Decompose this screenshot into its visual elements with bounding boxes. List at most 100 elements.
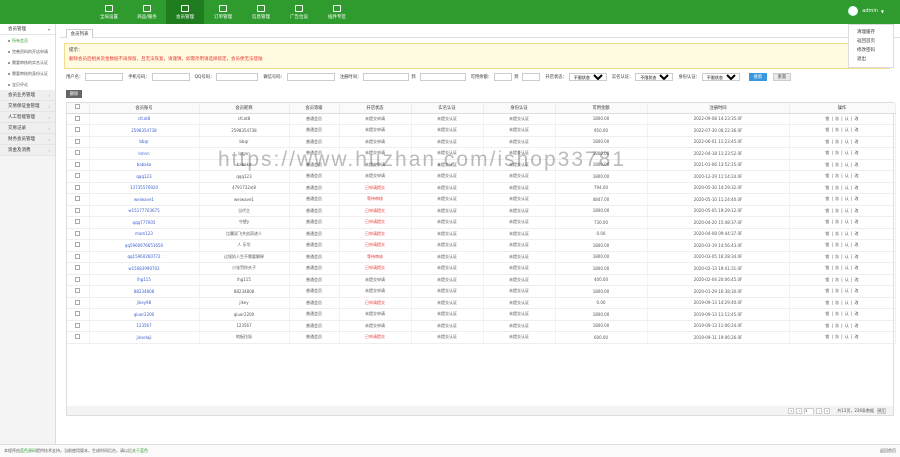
row-checkbox[interactable] (75, 173, 81, 179)
row-action[interactable]: 改 (855, 150, 859, 155)
row-action[interactable]: 冻 (835, 173, 839, 178)
row-action[interactable]: 改 (855, 231, 859, 236)
row-action[interactable]: 冻 (835, 185, 839, 190)
go-button[interactable]: 确定 (877, 407, 886, 414)
sidebar-group[interactable]: 交易保证金管理 › (0, 101, 55, 112)
row-action[interactable]: 认 (845, 265, 849, 270)
row-checkbox[interactable] (75, 230, 81, 236)
search-button[interactable]: 搜索 (748, 73, 767, 81)
account-cell[interactable]: jikey98 (89, 297, 200, 309)
row-action[interactable]: 认 (845, 219, 849, 224)
row-action[interactable]: 锁 (825, 219, 829, 224)
row-action[interactable]: 改 (855, 242, 859, 247)
row-action[interactable]: 锁 (825, 288, 829, 293)
chevron-down-icon[interactable]: ▼ (881, 9, 884, 14)
row-action[interactable]: 冻 (835, 323, 839, 328)
row-action[interactable]: 改 (855, 162, 859, 167)
dropdown-item[interactable]: 清理缓存 (849, 28, 893, 37)
account-cell[interactable]: lnnnn (89, 147, 200, 160)
row-action[interactable]: 改 (855, 323, 859, 328)
row-action[interactable]: 改 (855, 277, 859, 282)
row-action[interactable]: 冻 (835, 300, 839, 305)
row-action[interactable]: 冻 (835, 116, 839, 121)
row-action[interactable]: 冻 (835, 288, 839, 293)
row-action[interactable]: 锁 (825, 311, 829, 316)
account-cell[interactable]: bbqr (89, 136, 200, 148)
row-action[interactable]: 冻 (835, 150, 839, 155)
balance-min-input[interactable] (494, 73, 513, 81)
regtime-end-input[interactable] (419, 73, 466, 81)
prev-page-button[interactable]: ‹ (796, 407, 803, 414)
row-action[interactable]: 锁 (825, 127, 829, 132)
row-checkbox[interactable] (75, 288, 81, 294)
row-action[interactable]: 锁 (825, 116, 829, 121)
footer-link[interactable]: 蓝色源码 (20, 448, 36, 454)
row-checkbox[interactable] (75, 138, 81, 144)
nav-item-4[interactable]: 信息管理 (242, 0, 280, 24)
balance-max-input[interactable] (522, 73, 541, 81)
row-action[interactable]: 冻 (835, 334, 839, 339)
user-name[interactable]: admin (862, 8, 878, 14)
row-action[interactable]: 认 (845, 288, 849, 293)
identity-select[interactable]: 不限状态 (701, 73, 740, 81)
wechat-input[interactable] (286, 73, 335, 81)
row-checkbox[interactable] (75, 161, 81, 167)
row-action[interactable]: 锁 (825, 208, 829, 213)
select-all-checkbox[interactable] (75, 104, 81, 110)
nav-item-5[interactable]: 广告位设 (280, 0, 318, 24)
row-action[interactable]: 锁 (825, 173, 829, 178)
nav-item-0[interactable]: 全局设置 (90, 0, 128, 24)
row-checkbox[interactable] (75, 196, 81, 202)
row-action[interactable]: 冻 (835, 231, 839, 236)
row-action[interactable]: 认 (845, 139, 849, 144)
account-cell[interactable]: babaka (89, 159, 200, 171)
row-action[interactable]: 冻 (835, 219, 839, 224)
account-cell[interactable]: 88234808 (89, 285, 200, 298)
row-checkbox[interactable] (75, 127, 81, 133)
account-cell[interactable]: qiuer2200 (89, 308, 200, 321)
sidebar-group[interactable]: 资金及消费 › (0, 145, 55, 156)
row-action[interactable]: 锁 (825, 231, 829, 236)
sidebar-group[interactable]: 会员业务管理 › (0, 90, 55, 101)
row-action[interactable]: 认 (845, 311, 849, 316)
row-action[interactable]: 冻 (835, 196, 839, 201)
row-action[interactable]: 改 (855, 196, 859, 201)
nav-item-6[interactable]: 插件专区 (318, 0, 356, 24)
tab-member-list[interactable]: 会员列表 (66, 29, 93, 38)
account-cell[interactable]: mam123 (89, 228, 200, 240)
row-action[interactable]: 改 (855, 254, 859, 259)
row-action[interactable]: 认 (845, 196, 849, 201)
row-action[interactable]: 锁 (825, 185, 829, 190)
first-page-button[interactable]: « (788, 407, 795, 414)
row-action[interactable]: 认 (845, 323, 849, 328)
account-input[interactable] (85, 73, 124, 81)
row-action[interactable]: 改 (855, 116, 859, 121)
nav-item-2[interactable]: 会员管理 (166, 0, 204, 24)
row-action[interactable]: 改 (855, 300, 859, 305)
avatar[interactable] (848, 6, 859, 16)
row-checkbox[interactable] (75, 322, 81, 328)
row-action[interactable]: 认 (845, 277, 849, 282)
sidebar-item[interactable]: 需要审核的实名认证 (0, 57, 55, 68)
row-checkbox[interactable] (75, 207, 81, 213)
row-checkbox[interactable] (75, 299, 81, 305)
row-checkbox[interactable] (75, 115, 81, 121)
phone-input[interactable] (151, 73, 190, 81)
row-action[interactable]: 冻 (835, 139, 839, 144)
row-checkbox[interactable] (75, 311, 81, 317)
row-action[interactable]: 冻 (835, 311, 839, 316)
row-action[interactable]: 冻 (835, 162, 839, 167)
row-checkbox[interactable] (75, 253, 81, 259)
row-action[interactable]: 锁 (825, 334, 829, 339)
row-checkbox[interactable] (75, 219, 81, 225)
sidebar-group[interactable]: 财务会员管理 › (0, 134, 55, 145)
row-action[interactable]: 锁 (825, 162, 829, 167)
row-action[interactable]: 认 (845, 162, 849, 167)
account-cell[interactable]: jinselaji (89, 331, 200, 344)
row-action[interactable]: 冻 (835, 208, 839, 213)
last-page-button[interactable]: » (824, 407, 831, 414)
user-menu[interactable]: admin ▼ (848, 6, 884, 16)
sidebar-item[interactable]: 需要审核的身份认证 (0, 68, 55, 79)
row-action[interactable]: 改 (855, 208, 859, 213)
row-action[interactable]: 锁 (825, 277, 829, 282)
